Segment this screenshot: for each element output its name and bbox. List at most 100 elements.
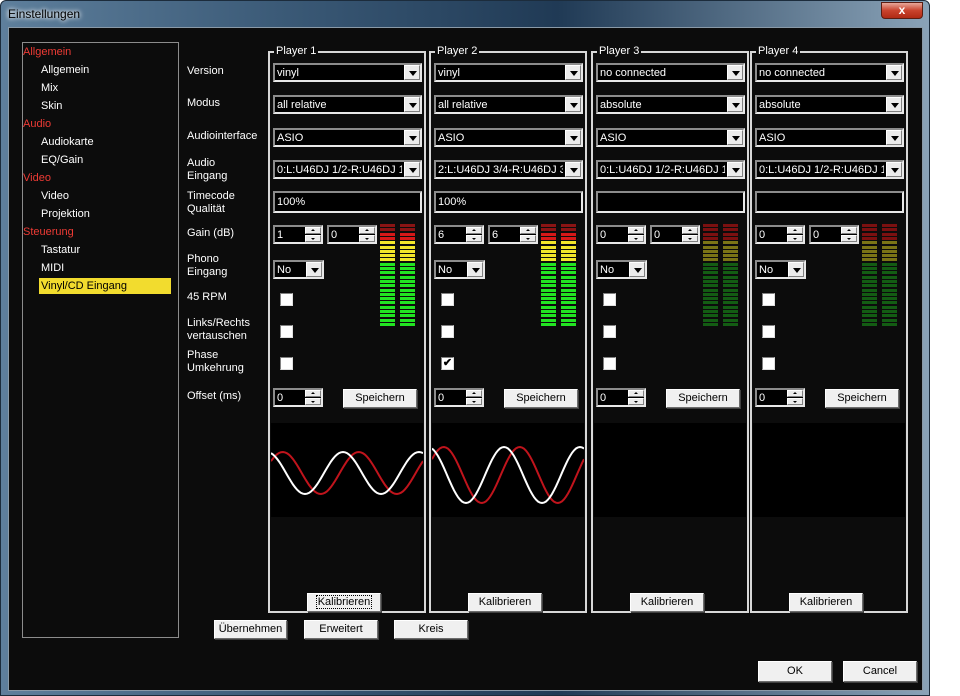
swap-lr-checkbox[interactable]	[280, 325, 293, 338]
chevron-down-icon[interactable]	[727, 65, 743, 80]
spin-down-icon[interactable]	[466, 235, 482, 242]
version-select[interactable]: vinyl	[273, 63, 422, 82]
spin-down-icon[interactable]	[628, 398, 644, 405]
tree-item[interactable]: Allgemein	[39, 62, 91, 78]
spin-down-icon[interactable]	[305, 235, 321, 242]
chevron-down-icon[interactable]	[565, 162, 581, 177]
spin-down-icon[interactable]	[787, 398, 803, 405]
calibrate-button[interactable]: Kalibrieren	[630, 593, 704, 612]
spin-up-icon[interactable]	[682, 227, 698, 234]
tree-category[interactable]: Video	[23, 170, 51, 186]
chevron-down-icon[interactable]	[467, 262, 483, 277]
chevron-down-icon[interactable]	[404, 65, 420, 80]
version-select[interactable]: no connected	[596, 63, 745, 82]
spin-down-icon[interactable]	[682, 235, 698, 242]
close-button[interactable]: x	[881, 2, 923, 19]
spin-up-icon[interactable]	[305, 390, 321, 397]
save-button[interactable]: Speichern	[825, 389, 899, 408]
modus-select[interactable]: all relative	[273, 95, 422, 114]
swap-lr-checkbox[interactable]	[762, 325, 775, 338]
spin-down-icon[interactable]	[359, 235, 375, 242]
audio-input-select[interactable]: 0:L:U46DJ 1/2-R:U46DJ 1/2	[596, 160, 745, 179]
rpm45-checkbox[interactable]	[280, 293, 293, 306]
offset-stepper[interactable]: 0	[596, 388, 646, 407]
phase-invert-checkbox[interactable]	[762, 357, 775, 370]
audio-input-select[interactable]: 0:L:U46DJ 1/2-R:U46DJ 1/2	[273, 160, 422, 179]
modus-select[interactable]: absolute	[755, 95, 904, 114]
tree-item[interactable]: Skin	[39, 98, 64, 114]
spin-down-icon[interactable]	[787, 235, 803, 242]
spin-up-icon[interactable]	[787, 390, 803, 397]
cancel-button[interactable]: Cancel	[843, 661, 917, 682]
chevron-down-icon[interactable]	[404, 162, 420, 177]
modus-select[interactable]: all relative	[434, 95, 583, 114]
spin-up-icon[interactable]	[305, 227, 321, 234]
tree-item[interactable]: Projektion	[39, 206, 92, 222]
phase-invert-checkbox[interactable]: ✔	[441, 357, 454, 370]
tree-category[interactable]: Allgemein	[23, 44, 71, 60]
chevron-down-icon[interactable]	[788, 262, 804, 277]
spin-up-icon[interactable]	[466, 390, 482, 397]
tree-item[interactable]: Audiokarte	[39, 134, 96, 150]
tree-category[interactable]: Audio	[23, 116, 51, 132]
save-button[interactable]: Speichern	[504, 389, 578, 408]
chevron-down-icon[interactable]	[306, 262, 322, 277]
audiointerface-select[interactable]: ASIO	[434, 128, 583, 147]
spin-down-icon[interactable]	[305, 398, 321, 405]
chevron-down-icon[interactable]	[629, 262, 645, 277]
calibrate-button[interactable]: Kalibrieren	[468, 593, 542, 612]
spin-up-icon[interactable]	[841, 227, 857, 234]
spin-down-icon[interactable]	[466, 398, 482, 405]
calibrate-button[interactable]: Kalibrieren	[307, 593, 381, 612]
chevron-down-icon[interactable]	[404, 130, 420, 145]
save-button[interactable]: Speichern	[666, 389, 740, 408]
phase-invert-checkbox[interactable]	[280, 357, 293, 370]
audiointerface-select[interactable]: ASIO	[273, 128, 422, 147]
offset-stepper[interactable]: 0	[434, 388, 484, 407]
spin-up-icon[interactable]	[520, 227, 536, 234]
spin-up-icon[interactable]	[628, 390, 644, 397]
gain-right-stepper[interactable]: 0	[809, 225, 859, 244]
chevron-down-icon[interactable]	[404, 97, 420, 112]
chevron-down-icon[interactable]	[886, 162, 902, 177]
tree-item[interactable]: Video	[39, 188, 71, 204]
rpm45-checkbox[interactable]	[762, 293, 775, 306]
audio-input-select[interactable]: 0:L:U46DJ 1/2-R:U46DJ 1/2	[755, 160, 904, 179]
ok-button[interactable]: OK	[758, 661, 832, 682]
audiointerface-select[interactable]: ASIO	[596, 128, 745, 147]
spin-up-icon[interactable]	[787, 227, 803, 234]
circle-button[interactable]: Kreis	[394, 620, 468, 639]
tree-item[interactable]: Mix	[39, 80, 60, 96]
phono-input-select[interactable]: No	[755, 260, 806, 279]
chevron-down-icon[interactable]	[886, 130, 902, 145]
chevron-down-icon[interactable]	[565, 97, 581, 112]
spin-up-icon[interactable]	[466, 227, 482, 234]
gain-left-stepper[interactable]: 1	[273, 225, 323, 244]
chevron-down-icon[interactable]	[565, 65, 581, 80]
gain-right-stepper[interactable]: 0	[650, 225, 700, 244]
offset-stepper[interactable]: 0	[755, 388, 805, 407]
tree-category[interactable]: Steuerung	[23, 224, 74, 240]
gain-left-stepper[interactable]: 0	[755, 225, 805, 244]
chevron-down-icon[interactable]	[727, 130, 743, 145]
version-select[interactable]: no connected	[755, 63, 904, 82]
phono-input-select[interactable]: No	[596, 260, 647, 279]
phono-input-select[interactable]: No	[434, 260, 485, 279]
spin-down-icon[interactable]	[520, 235, 536, 242]
phono-input-select[interactable]: No	[273, 260, 324, 279]
apply-button[interactable]: Übernehmen	[214, 620, 287, 639]
gain-left-stepper[interactable]: 6	[434, 225, 484, 244]
chevron-down-icon[interactable]	[886, 65, 902, 80]
spin-down-icon[interactable]	[628, 235, 644, 242]
advanced-button[interactable]: Erweitert	[304, 620, 378, 639]
swap-lr-checkbox[interactable]	[441, 325, 454, 338]
swap-lr-checkbox[interactable]	[603, 325, 616, 338]
version-select[interactable]: vinyl	[434, 63, 583, 82]
gain-left-stepper[interactable]: 0	[596, 225, 646, 244]
rpm45-checkbox[interactable]	[603, 293, 616, 306]
gain-right-stepper[interactable]: 0	[327, 225, 377, 244]
chevron-down-icon[interactable]	[727, 97, 743, 112]
title-bar[interactable]: Einstellungen x	[1, 1, 929, 27]
modus-select[interactable]: absolute	[596, 95, 745, 114]
save-button[interactable]: Speichern	[343, 389, 417, 408]
